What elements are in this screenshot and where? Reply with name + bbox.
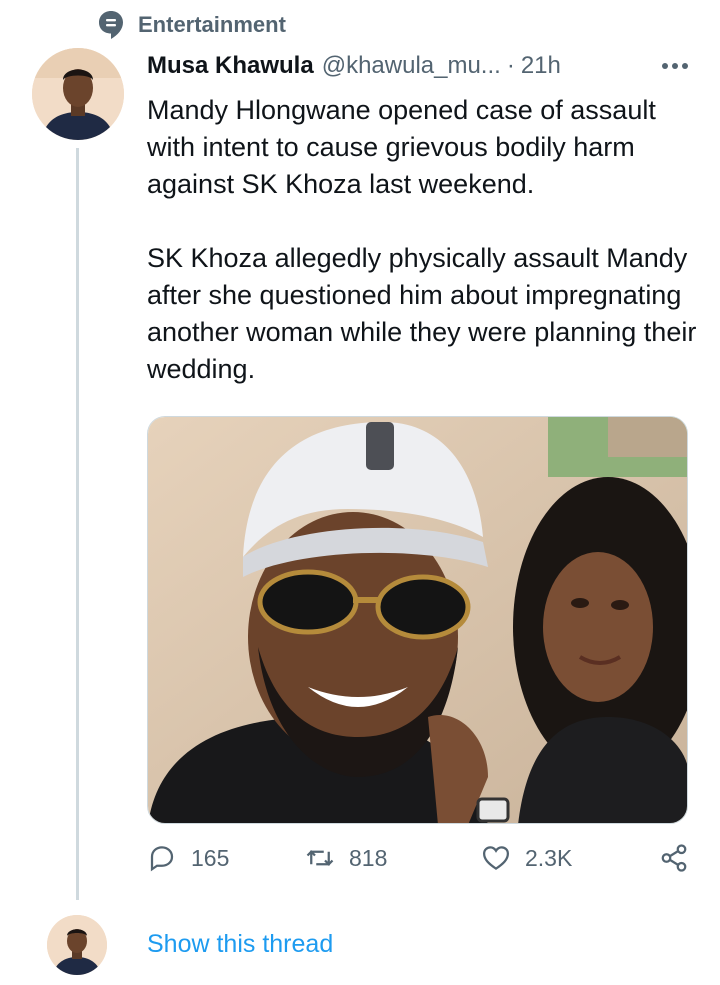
tweet-paragraph-1: Mandy Hlongwane opened case of assault w… xyxy=(147,95,656,199)
tweet-paragraph-2: SK Khoza allegedly physically assault Ma… xyxy=(147,243,697,384)
author-handle[interactable]: @khawula_mu... xyxy=(322,52,501,80)
tweet-time[interactable]: 21h xyxy=(521,52,561,80)
thread-avatar[interactable] xyxy=(47,915,107,975)
retweet-button[interactable]: 818 xyxy=(305,843,387,873)
tweet-header: Musa Khawula @khawula_mu... · 21h xyxy=(147,52,692,80)
retweet-count: 818 xyxy=(349,844,388,871)
reply-icon xyxy=(150,846,174,872)
retweet-icon xyxy=(306,850,334,866)
reply-button[interactable]: 165 xyxy=(147,843,229,873)
author-avatar[interactable] xyxy=(32,48,124,140)
share-button[interactable] xyxy=(659,843,689,873)
tweet-photo[interactable] xyxy=(147,416,688,824)
topic-header[interactable]: Entertainment xyxy=(98,10,286,40)
tweet-text: Mandy Hlongwane opened case of assault w… xyxy=(147,92,697,388)
author-name[interactable]: Musa Khawula xyxy=(147,52,314,80)
like-button[interactable]: 2.3K xyxy=(481,843,572,873)
share-icon xyxy=(661,844,687,872)
more-icon[interactable] xyxy=(658,56,692,76)
topic-icon xyxy=(99,11,123,39)
tweet-actions: 165 818 2.3K xyxy=(147,843,692,887)
topic-label: Entertainment xyxy=(138,12,286,37)
reply-count: 165 xyxy=(191,844,230,871)
header-separator: · xyxy=(506,52,515,79)
show-thread-link[interactable]: Show this thread xyxy=(147,930,333,959)
like-count: 2.3K xyxy=(525,844,573,871)
thread-line xyxy=(76,148,79,900)
heart-icon xyxy=(482,846,510,870)
